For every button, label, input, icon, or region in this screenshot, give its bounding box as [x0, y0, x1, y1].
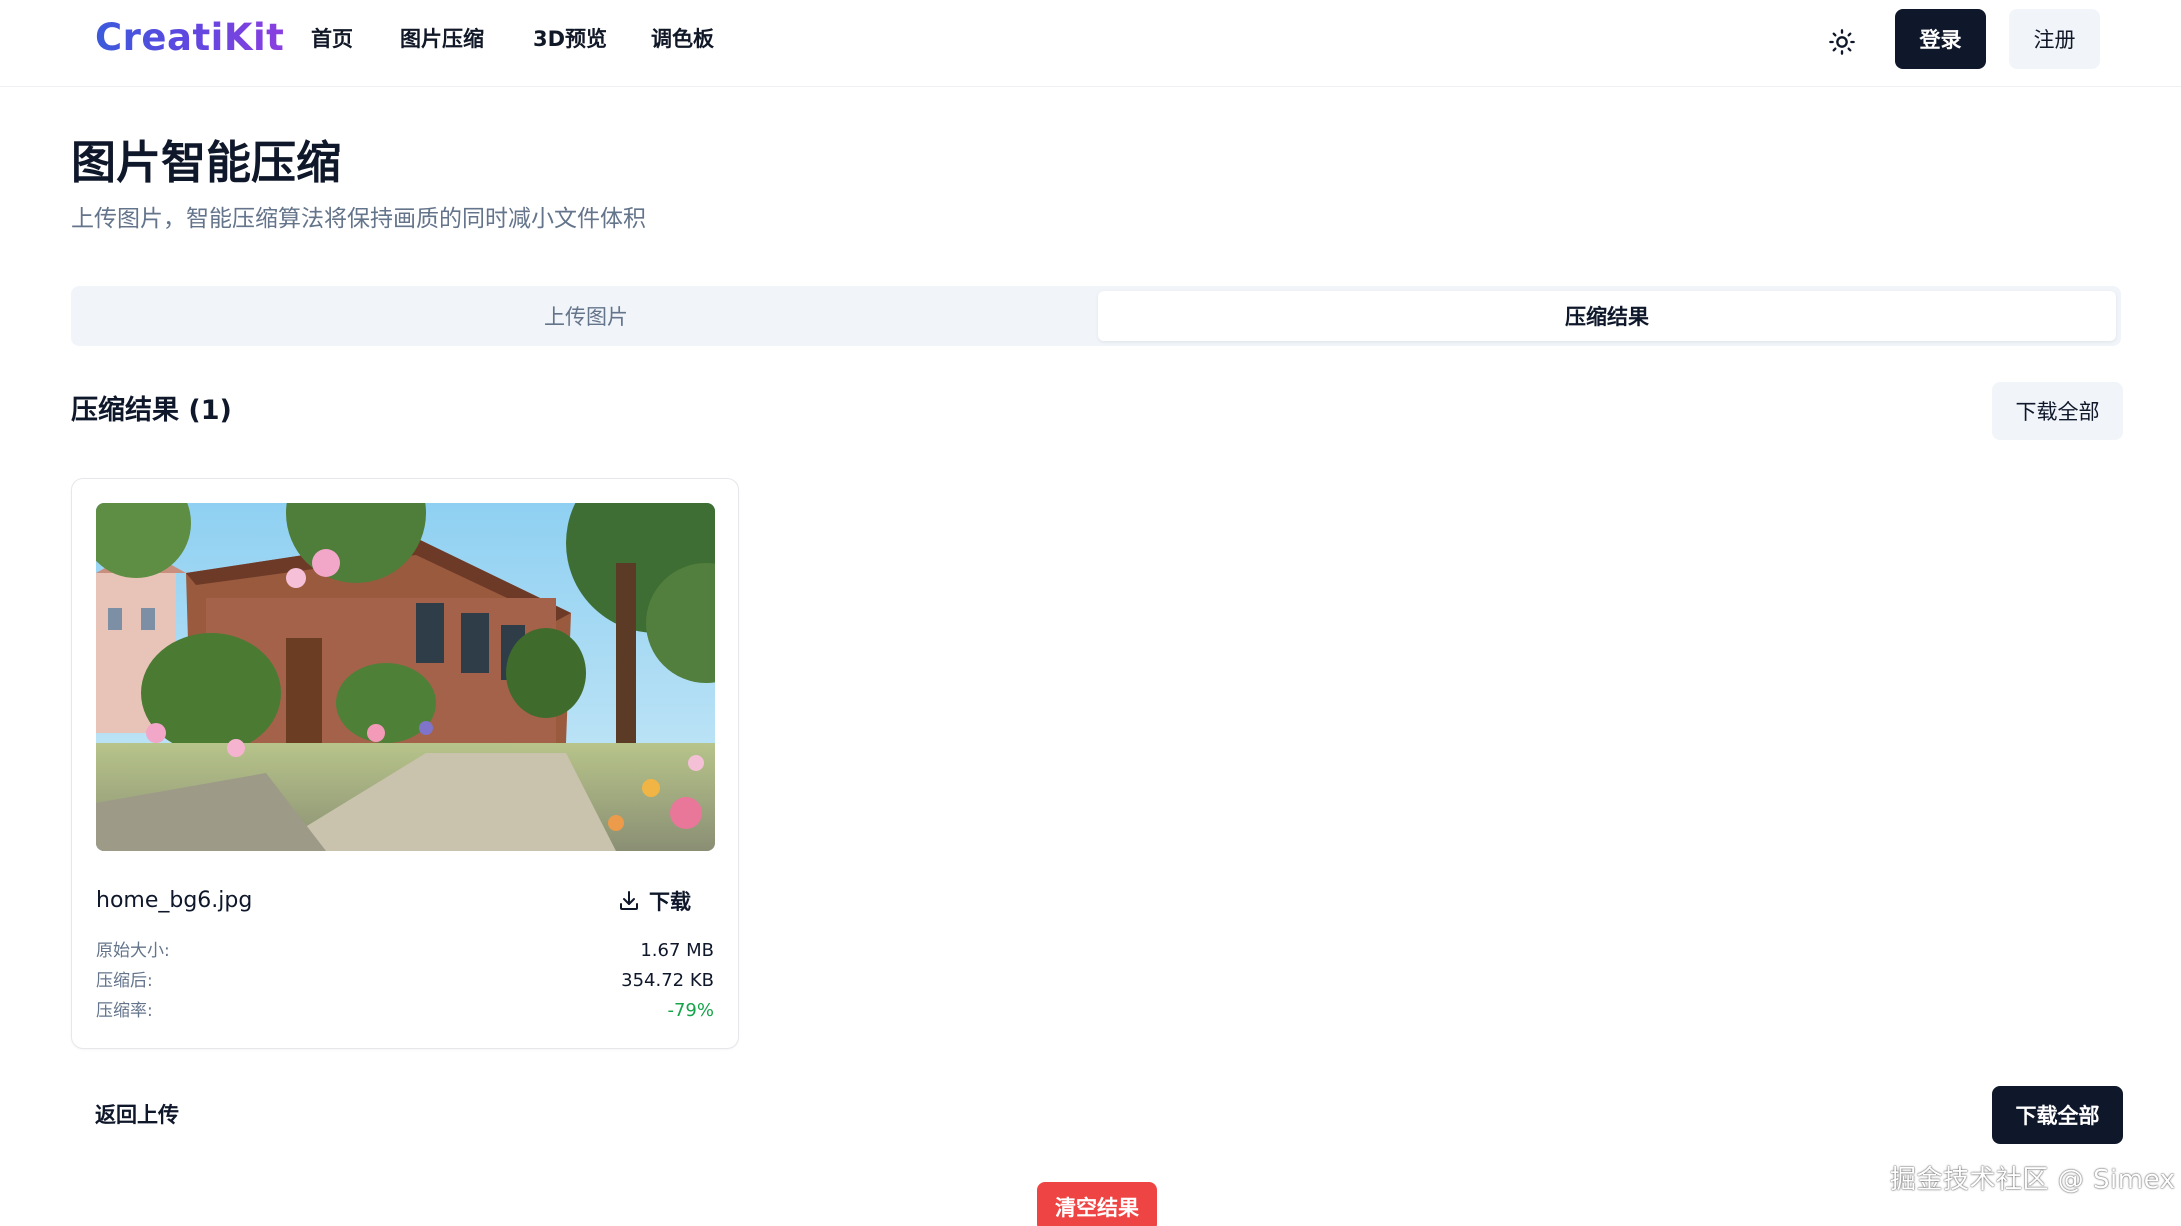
tab-upload[interactable]: 上传图片: [76, 291, 1096, 341]
nav-item-3d-preview[interactable]: 3D预览: [533, 24, 607, 54]
page-subtitle: 上传图片，智能压缩算法将保持画质的同时减小文件体积: [71, 206, 646, 232]
nav-item-home[interactable]: 首页: [311, 24, 353, 54]
result-image-thumbnail: [96, 503, 715, 851]
nav-item-image-compress[interactable]: 图片压缩: [400, 24, 484, 54]
nav-item-palette[interactable]: 调色板: [651, 24, 714, 54]
watermark: 掘金技术社区 @ Simex: [1890, 1165, 2176, 1195]
results-title: 压缩结果 (1): [71, 395, 232, 426]
compression-ratio-label: 压缩率:: [96, 1001, 153, 1021]
back-to-upload-button[interactable]: 返回上传: [95, 1100, 179, 1130]
download-button[interactable]: 下载: [617, 881, 691, 921]
tab-results[interactable]: 压缩结果: [1098, 291, 2116, 341]
top-navbar: CreatiKit 首页 图片压缩 3D预览 调色板 登录 注册: [0, 0, 2181, 87]
compression-ratio-value: -79%: [667, 1000, 714, 1021]
register-button[interactable]: 注册: [2009, 9, 2100, 69]
original-size-value: 1.67 MB: [640, 940, 714, 961]
logo[interactable]: CreatiKit: [95, 16, 284, 60]
sun-icon: [1829, 29, 1855, 55]
original-size-label: 原始大小:: [96, 941, 170, 961]
download-all-button-top[interactable]: 下载全部: [1992, 382, 2123, 440]
login-button[interactable]: 登录: [1895, 9, 1986, 69]
file-name: home_bg6.jpg: [96, 888, 253, 913]
download-icon: [620, 891, 638, 910]
theme-toggle-button[interactable]: [1822, 22, 1862, 62]
clear-results-button[interactable]: 清空结果: [1037, 1182, 1157, 1226]
tab-list: 上传图片 压缩结果: [71, 286, 2121, 346]
download-all-button-bottom[interactable]: 下载全部: [1992, 1086, 2123, 1144]
compressed-size-label: 压缩后:: [96, 971, 153, 991]
compressed-size-value: 354.72 KB: [621, 970, 714, 991]
download-button-label: 下载: [649, 890, 691, 914]
page-title: 图片智能压缩: [71, 136, 342, 189]
result-card: home_bg6.jpg 下载 原始大小: 1.67 MB 压缩后: 354.7…: [71, 478, 739, 1049]
